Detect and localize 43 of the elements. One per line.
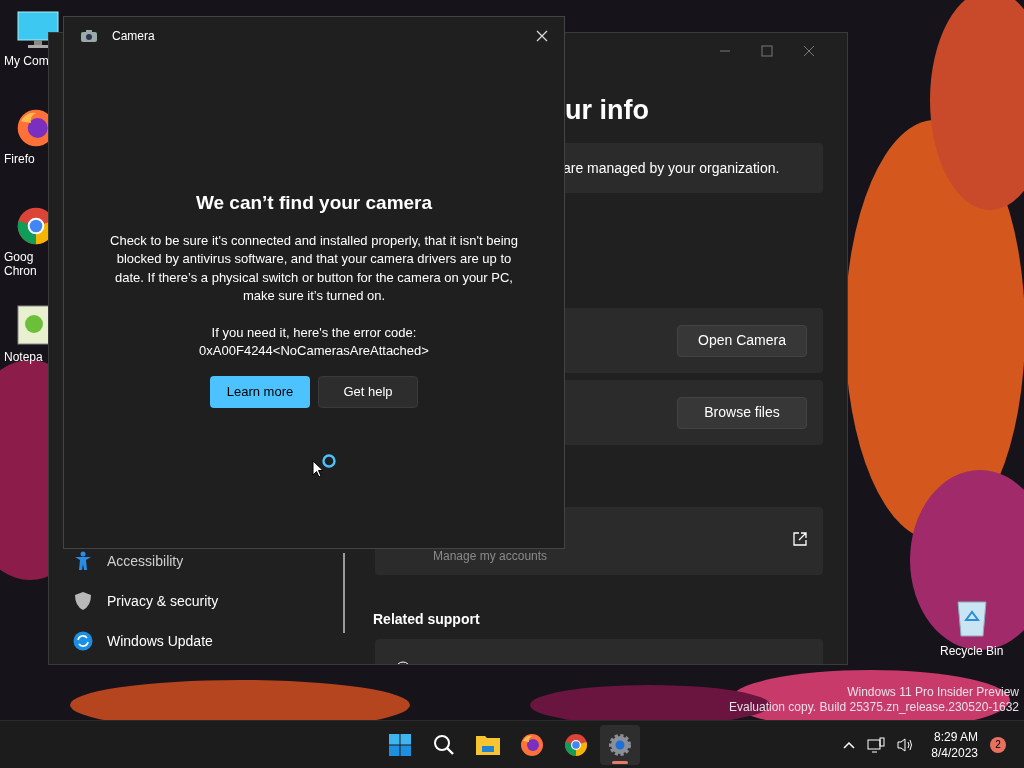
- sidebar-item[interactable]: Privacy & security: [73, 584, 345, 618]
- action-button[interactable]: Browse files: [677, 396, 807, 429]
- speaker-icon[interactable]: [897, 736, 914, 753]
- desktop-icon-label[interactable]: Chron: [4, 264, 37, 278]
- action-button[interactable]: Open Camera: [677, 324, 807, 357]
- sidebar-item[interactable]: Accessibility: [73, 544, 345, 578]
- desktop-icon-label[interactable]: Firefo: [4, 152, 35, 166]
- clock[interactable]: 8:29 AM 8/4/2023: [931, 728, 978, 761]
- dialog-button[interactable]: Get help: [318, 375, 418, 408]
- external-link-icon: [793, 532, 807, 546]
- desktop-icon-label[interactable]: My Com: [4, 54, 49, 68]
- desktop-icon-label[interactable]: Recycle Bin: [940, 642, 1004, 660]
- search-icon: [432, 733, 456, 757]
- chevron-up-icon[interactable]: [843, 740, 856, 749]
- firefox-icon: [520, 733, 544, 757]
- chrome-icon: [564, 733, 588, 757]
- sidebar-item[interactable]: Windows Update: [73, 624, 345, 658]
- maximize-icon[interactable]: [761, 45, 773, 57]
- error-code: 0xA00F4244<NoCamerasAreAttached>: [199, 341, 429, 360]
- network-icon[interactable]: [867, 736, 886, 753]
- scrollbar[interactable]: [343, 553, 345, 633]
- error-code-intro: If you need it, here's the error code:: [211, 323, 417, 342]
- loading-spinner-icon: [322, 453, 336, 468]
- link-text[interactable]: Manage my accounts: [433, 547, 548, 565]
- window-title: Camera: [112, 28, 155, 45]
- folder-icon: [475, 733, 501, 757]
- shield-icon: [73, 591, 93, 611]
- page-heading: ur info: [565, 94, 650, 127]
- accessibility-icon: [73, 551, 93, 571]
- camera-icon: [80, 29, 98, 43]
- active-indicator: [612, 761, 628, 764]
- notification-badge[interactable]: 2: [990, 736, 1006, 753]
- gear-icon: [608, 733, 632, 757]
- section-heading: Related support: [373, 610, 481, 629]
- error-heading: We can’t find your camera: [195, 191, 433, 215]
- dialog-button[interactable]: Learn more: [210, 375, 310, 408]
- windows-logo-icon: [388, 733, 412, 757]
- desktop-icon-label[interactable]: Notepa: [4, 350, 43, 364]
- mouse-pointer-icon: [312, 459, 324, 478]
- desktop-icon-label[interactable]: Goog: [4, 250, 37, 264]
- monitor-icon: [16, 10, 60, 50]
- sync-icon: [73, 631, 93, 651]
- error-message: Check to be sure it's connected and installed properly, that it isn't being blocked by antivirus software, and that your camera drivers are up to date. If there’s a physical switch or button for the camera on your PC, make sure it’s turned on.: [109, 231, 519, 305]
